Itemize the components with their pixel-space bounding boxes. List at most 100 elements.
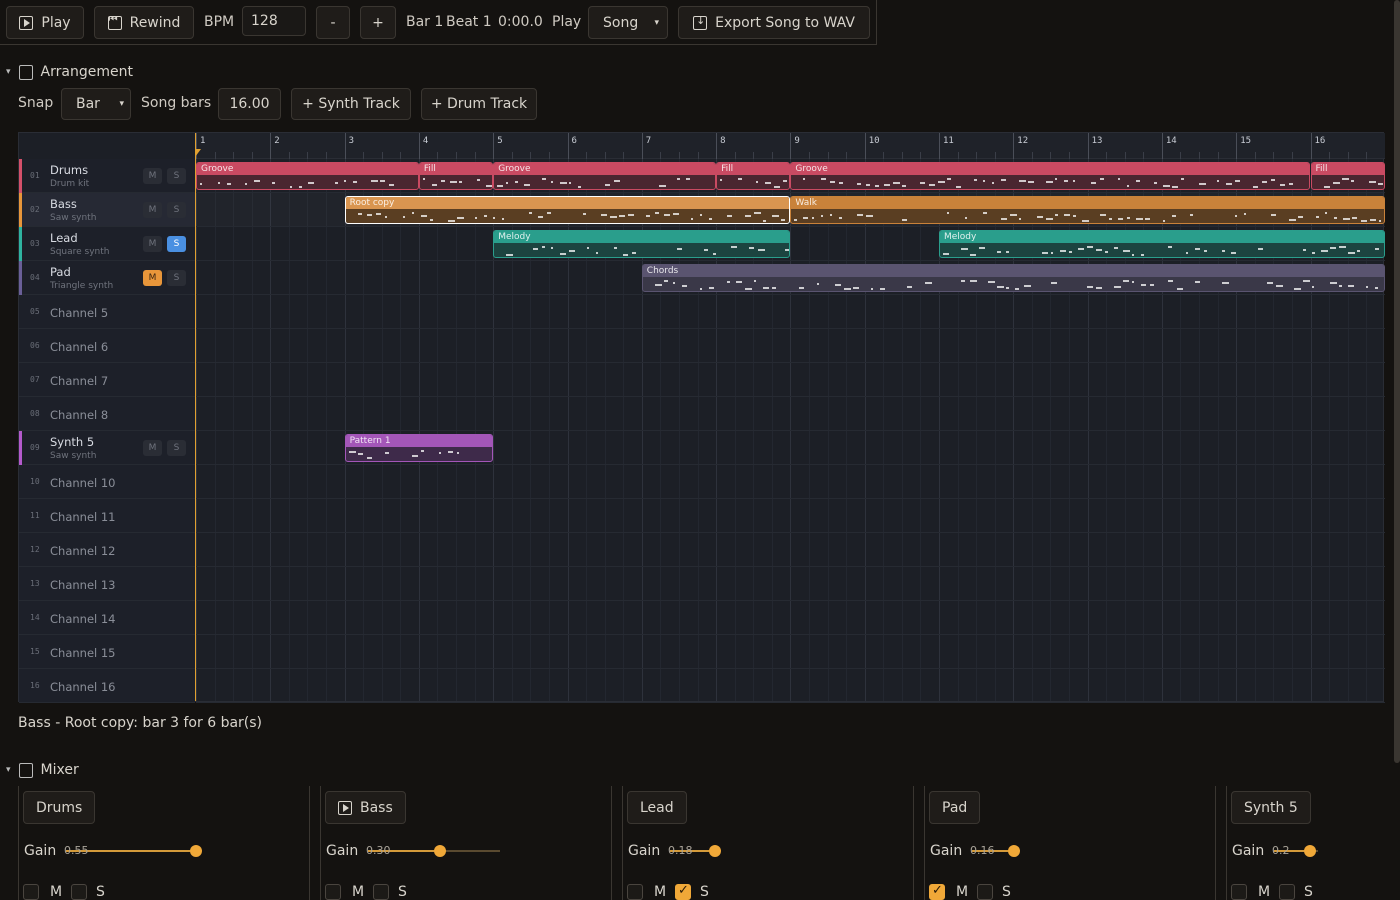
mixer-channel-button[interactable]: Drums [23,791,96,824]
arrangement-clip[interactable]: Fill [716,162,791,190]
track-header[interactable]: 11 Channel 11 [19,499,195,533]
lane-row[interactable] [196,295,1385,329]
mixer-channel-button[interactable]: Synth 5 [1231,791,1311,824]
track-mute-button[interactable]: M [143,270,162,286]
song-bars-input[interactable]: 16.00 [218,88,281,120]
track-name[interactable]: Channel 5 [50,306,108,320]
track-mute-button[interactable]: M [143,168,162,184]
play-mode-select[interactable]: Song ▾ [588,6,668,39]
track-name[interactable]: Channel 8 [50,408,108,422]
arrangement-clip[interactable]: Groove [196,162,419,190]
track-header[interactable]: 07 Channel 7 [19,363,195,397]
mute-checkbox[interactable] [23,884,39,900]
mute-checkbox[interactable] [929,883,945,900]
lane-row[interactable] [196,635,1385,669]
add-synth-track-button[interactable]: + Synth Track [291,88,411,120]
lane-row[interactable] [196,329,1385,363]
track-solo-button[interactable]: S [167,202,186,218]
track-header[interactable]: 03 Lead Square synth M S [19,227,195,261]
bpm-decrement-button[interactable]: - [316,6,350,39]
track-header[interactable]: 12 Channel 12 [19,533,195,567]
track-mute-button[interactable]: M [143,440,162,456]
track-name[interactable]: Channel 15 [50,646,116,660]
play-button[interactable]: Play [6,6,84,39]
track-header[interactable]: 06 Channel 6 [19,329,195,363]
arrangement-clip[interactable]: Chords [641,264,1385,292]
arrangement-header[interactable]: ▾ Arrangement [6,64,133,80]
playhead-marker[interactable] [195,149,201,157]
track-header[interactable]: 13 Channel 13 [19,567,195,601]
lane-row[interactable] [196,397,1385,431]
lane-row[interactable] [196,363,1385,397]
track-header[interactable]: 15 Channel 15 [19,635,195,669]
lane-row[interactable] [196,465,1385,499]
lane-row[interactable] [196,567,1385,601]
mixer-channel-button[interactable]: Bass [325,791,406,824]
track-name[interactable]: Channel 12 [50,544,116,558]
track-header[interactable]: 16 Channel 16 [19,669,195,703]
arrangement-clip[interactable]: Walk [790,196,1385,224]
mixer-channel-button[interactable]: Pad [929,791,981,824]
track-name[interactable]: Channel 14 [50,612,116,626]
bpm-increment-button[interactable]: + [360,6,396,39]
solo-checkbox[interactable] [71,884,87,900]
track-solo-button[interactable]: S [167,440,186,456]
arrangement-clip[interactable]: Pattern 1 [344,434,494,462]
snap-select[interactable]: Bar ▾ [61,88,131,120]
track-mute-button[interactable]: M [143,202,162,218]
gain-slider-knob[interactable] [434,845,446,857]
track-name[interactable]: Channel 10 [50,476,116,490]
gain-slider-knob[interactable] [709,845,721,857]
track-header[interactable]: 02 Bass Saw synth M S [19,193,195,227]
track-header[interactable]: 04 Pad Triangle synth M S [19,261,195,295]
track-name[interactable]: Channel 16 [50,680,116,694]
arrangement-clip[interactable]: Melody [939,230,1385,258]
rewind-button[interactable]: Rewind [94,6,194,39]
mute-checkbox[interactable] [1231,884,1247,900]
mute-checkbox[interactable] [627,884,643,900]
mixer-header[interactable]: ▾ Mixer [6,762,79,778]
track-solo-button[interactable]: S [167,270,186,286]
page-scrollbar[interactable] [1394,0,1400,763]
track-name[interactable]: Pad [50,265,71,279]
track-name[interactable]: Channel 13 [50,578,116,592]
track-solo-button[interactable]: S [167,236,186,252]
track-solo-button[interactable]: S [167,168,186,184]
arrangement-clip[interactable]: Melody [493,230,791,258]
track-name[interactable]: Lead [50,231,78,245]
export-wav-button[interactable]: Export Song to WAV [678,6,870,39]
track-header[interactable]: 08 Channel 8 [19,397,195,431]
lane-row[interactable] [196,533,1385,567]
mute-checkbox[interactable] [325,884,341,900]
arrangement-clip[interactable]: Groove [790,162,1311,190]
track-header[interactable]: 01 Drums Drum kit M S [19,159,195,193]
timeline-ruler[interactable]: 1 2 3 4 5 6 7 8 9 10 11 12 13 14 15 16 [195,133,1385,159]
bpm-input[interactable]: 128 [242,6,306,36]
lane-row[interactable] [196,601,1385,635]
track-name[interactable]: Channel 11 [50,510,116,524]
track-header[interactable]: 05 Channel 5 [19,295,195,329]
mixer-channel-button[interactable]: Lead [627,791,687,824]
track-lanes[interactable]: 1 2 3 4 5 6 7 8 9 10 11 12 13 14 15 16 Groove Fill Groove… [195,133,1385,703]
gain-slider-knob[interactable] [190,845,202,857]
track-name[interactable]: Drums [50,163,88,177]
arrangement-clip[interactable]: Fill [1310,162,1385,190]
solo-checkbox[interactable] [1279,884,1295,900]
track-mute-button[interactable]: M [143,236,162,252]
track-name[interactable]: Synth 5 [50,435,94,449]
track-name[interactable]: Channel 6 [50,340,108,354]
track-name[interactable]: Bass [50,197,77,211]
solo-checkbox[interactable] [373,884,389,900]
lane-row[interactable] [196,499,1385,533]
gain-slider-knob[interactable] [1304,845,1316,857]
arrangement-clip[interactable]: Fill [418,162,494,190]
lane-row[interactable] [196,669,1385,703]
arrangement-clip[interactable]: Groove [493,162,717,190]
solo-checkbox[interactable] [977,884,993,900]
track-header[interactable]: 14 Channel 14 [19,601,195,635]
track-name[interactable]: Channel 7 [50,374,108,388]
track-header[interactable]: 09 Synth 5 Saw synth M S [19,431,195,465]
arrangement-clip[interactable]: Root copy [344,196,791,224]
solo-checkbox[interactable] [675,883,691,900]
gain-slider-knob[interactable] [1008,845,1020,857]
